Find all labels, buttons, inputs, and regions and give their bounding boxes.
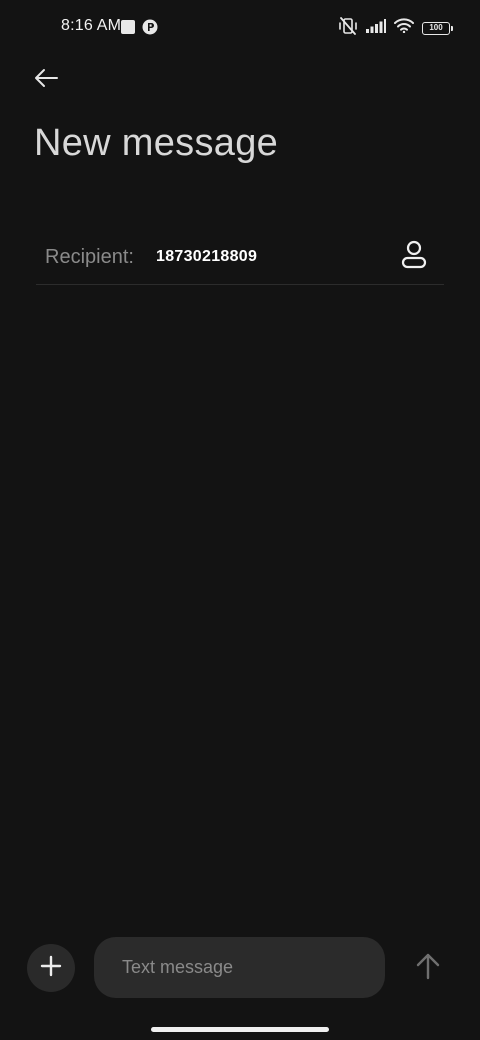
send-button[interactable] — [408, 946, 448, 990]
arrow-left-icon — [33, 68, 59, 93]
plus-icon — [40, 955, 62, 982]
recipient-row[interactable]: Recipient: 18730218809 — [36, 232, 444, 285]
vibrate-off-icon — [338, 16, 358, 40]
message-input[interactable]: Text message — [94, 937, 385, 998]
message-input-placeholder: Text message — [122, 957, 234, 977]
status-time: 8:16 AM — [61, 17, 122, 34]
page-title: New message — [34, 122, 279, 164]
wifi-icon — [394, 18, 414, 38]
battery-level: 100 — [429, 23, 443, 32]
status-right-group: 100 — [338, 16, 453, 40]
battery-icon: 100 — [422, 21, 453, 35]
cellular-signal-icon — [366, 18, 386, 38]
recipient-number[interactable]: 18730218809 — [156, 248, 257, 266]
home-indicator[interactable] — [151, 1027, 329, 1032]
attach-button[interactable] — [27, 944, 75, 992]
notification-square-icon — [121, 20, 135, 34]
back-button[interactable] — [28, 62, 64, 98]
status-bar: 8:16 AM 100 — [0, 0, 480, 56]
pick-contact-button[interactable] — [398, 240, 430, 275]
person-outline-icon — [400, 240, 428, 275]
recipient-label: Recipient: — [45, 246, 134, 268]
arrow-up-icon — [415, 952, 441, 985]
app-notification-icon — [142, 19, 158, 35]
